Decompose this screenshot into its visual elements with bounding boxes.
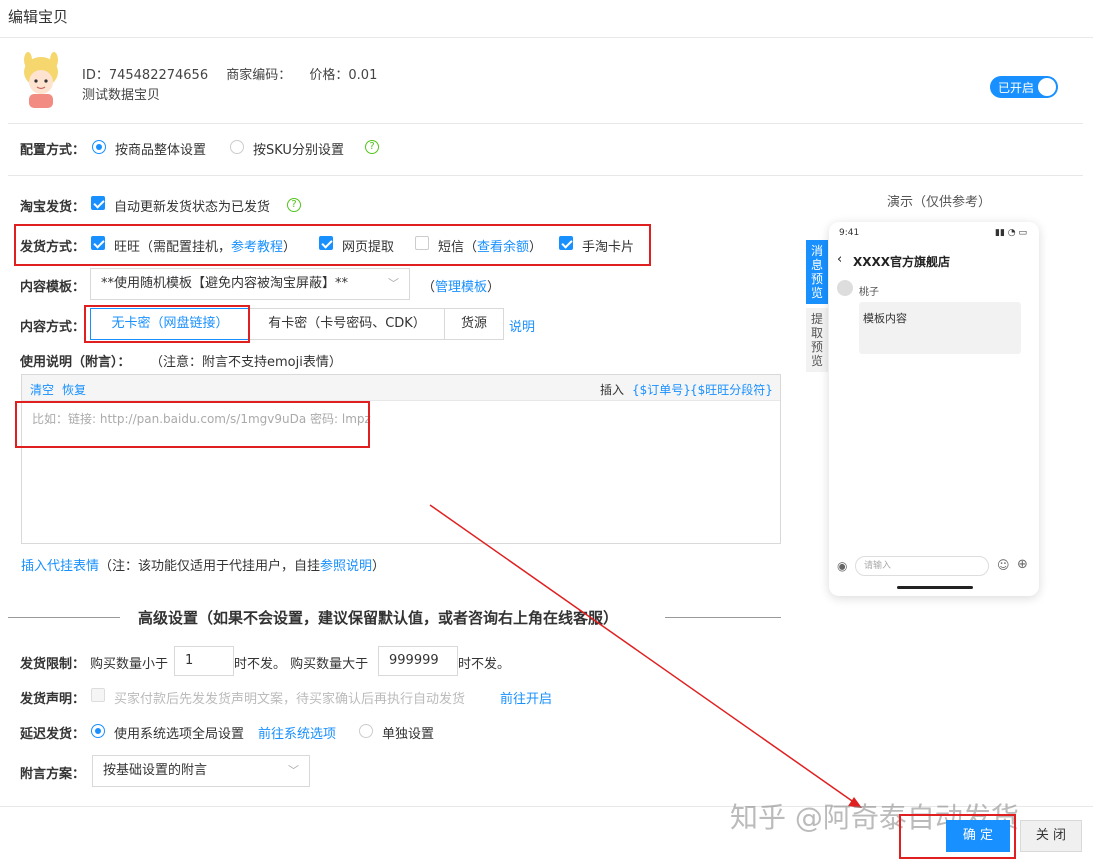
annotation-arrow bbox=[429, 504, 862, 808]
highlight-box-confirm bbox=[899, 814, 1016, 859]
close-button[interactable]: 关 闭 bbox=[1020, 820, 1082, 852]
